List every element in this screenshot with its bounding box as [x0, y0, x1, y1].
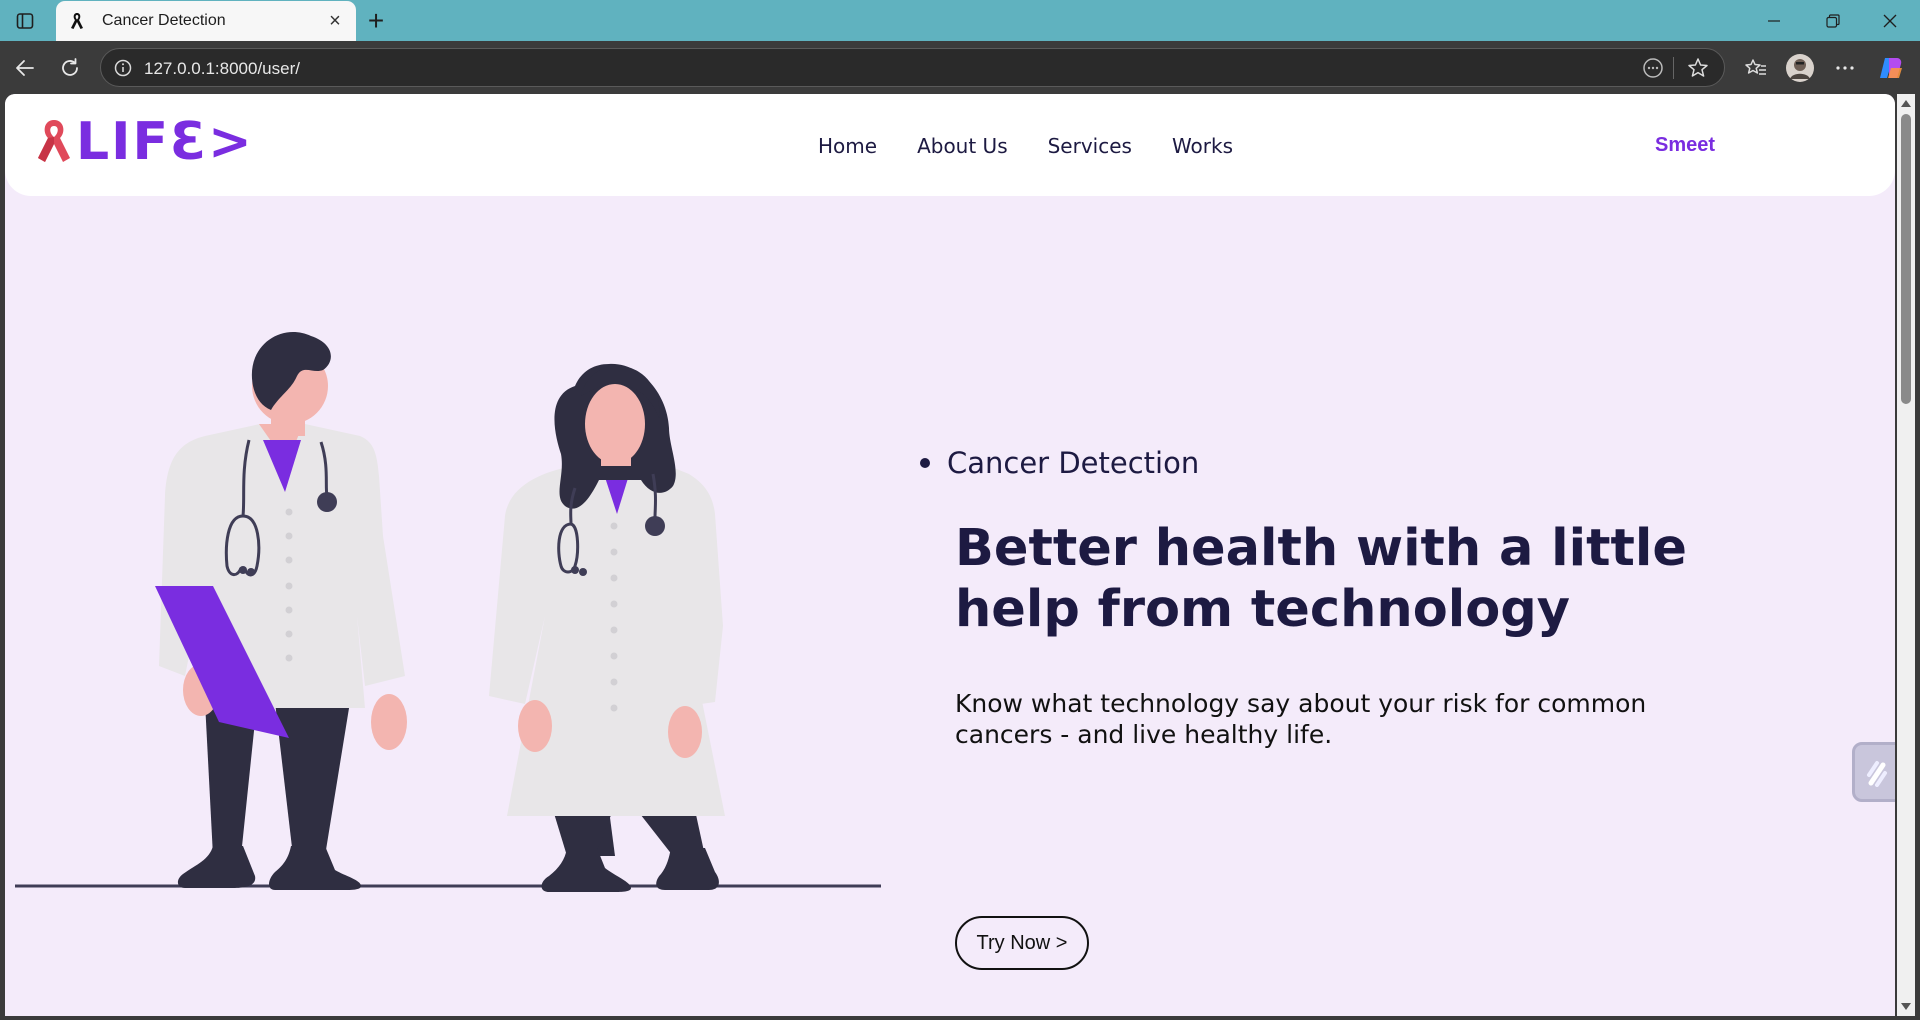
- browser-tab-active[interactable]: Cancer Detection ×: [56, 1, 356, 41]
- doctors-illustration: [15, 331, 881, 892]
- male-doctor-figure: [155, 331, 407, 890]
- nav-home[interactable]: Home: [818, 134, 877, 158]
- try-now-button[interactable]: Try Now >: [955, 916, 1089, 970]
- tab-close-icon[interactable]: ×: [324, 10, 346, 32]
- site-logo[interactable]: LIFƐ>: [36, 116, 254, 168]
- ribbon-favicon-icon: [68, 12, 86, 30]
- hero-title: Better health with a little help from te…: [955, 519, 1687, 639]
- star-icon[interactable]: [1686, 56, 1710, 80]
- new-tab-button[interactable]: +: [362, 5, 390, 36]
- logo-text: LIFƐ>: [76, 112, 254, 172]
- floating-widget-button[interactable]: [1852, 742, 1895, 802]
- sidebar-toggle-icon[interactable]: [12, 8, 38, 34]
- web-page: LIFƐ> Home About Us Services Works Smeet: [5, 94, 1895, 1016]
- lightning-icon: [1867, 761, 1887, 787]
- copilot-icon[interactable]: [1876, 53, 1906, 83]
- nav-works[interactable]: Works: [1172, 134, 1233, 158]
- hero-bullet-label: Cancer Detection: [947, 446, 1200, 480]
- browser-toolbar: 127.0.0.1:8000/user/: [0, 41, 1920, 94]
- scrollbar-thumb[interactable]: [1901, 114, 1911, 404]
- browser-tab-strip: Cancer Detection × +: [0, 0, 1920, 41]
- tab-title: Cancer Detection: [102, 12, 226, 29]
- more-icon[interactable]: [1830, 53, 1860, 83]
- url-text[interactable]: 127.0.0.1:8000/user/: [144, 59, 300, 79]
- refresh-icon[interactable]: [55, 53, 85, 83]
- scroll-down-icon[interactable]: [1901, 1003, 1911, 1010]
- main-nav: Home About Us Services Works: [818, 134, 1273, 158]
- ribbon-logo-icon: [38, 120, 70, 162]
- hero-description: Know what technology say about your risk…: [955, 689, 1647, 749]
- nav-services[interactable]: Services: [1048, 134, 1132, 158]
- hero-section: Cancer Detection Better health with a li…: [920, 446, 1820, 970]
- user-name-link[interactable]: Smeet: [1655, 134, 1715, 157]
- female-doctor-figure: [489, 363, 725, 892]
- page-scrollbar[interactable]: [1897, 94, 1915, 1016]
- nav-about-us[interactable]: About Us: [917, 134, 1008, 158]
- minimize-icon[interactable]: [1752, 6, 1796, 36]
- address-bar[interactable]: 127.0.0.1:8000/user/: [100, 48, 1725, 87]
- restore-icon[interactable]: [1811, 6, 1855, 36]
- bullet-dot-icon: [920, 458, 930, 468]
- hero-bullet-item: Cancer Detection: [920, 446, 1820, 480]
- close-icon[interactable]: [1868, 6, 1912, 36]
- info-icon[interactable]: [113, 58, 133, 78]
- page-viewport: LIFƐ> Home About Us Services Works Smeet: [0, 94, 1920, 1020]
- address-bar-divider: [1673, 57, 1674, 79]
- site-navbar: LIFƐ> Home About Us Services Works Smeet: [5, 94, 1895, 196]
- back-icon[interactable]: [10, 53, 40, 83]
- favorites-icon[interactable]: [1741, 53, 1771, 83]
- profile-avatar-icon[interactable]: [1785, 53, 1815, 83]
- scroll-up-icon[interactable]: [1901, 100, 1911, 107]
- reader-icon[interactable]: [1642, 57, 1664, 79]
